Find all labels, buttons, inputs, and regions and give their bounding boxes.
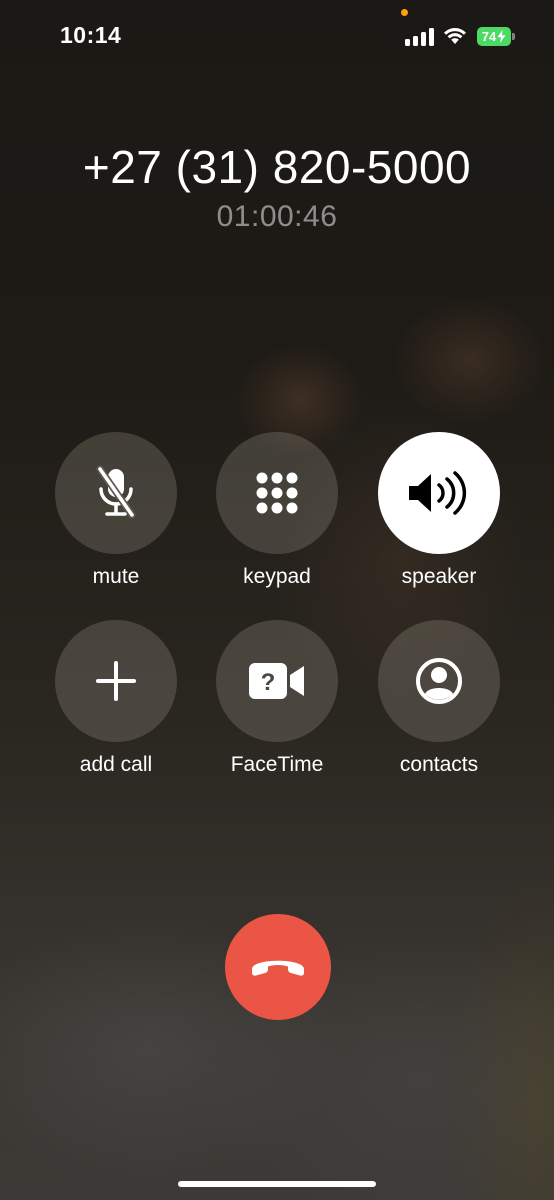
video-question-icon: ? (249, 663, 304, 699)
speaker-wave-icon (409, 471, 467, 515)
status-time: 10:14 (60, 22, 122, 48)
speaker-button[interactable] (378, 432, 500, 554)
contacts-button[interactable] (378, 620, 500, 742)
battery-nub (512, 33, 515, 40)
home-indicator[interactable] (178, 1181, 376, 1187)
mic-slash-icon (96, 465, 136, 519)
add-call-label: add call (79, 753, 153, 776)
battery-charging-icon: 74 (477, 27, 511, 46)
phone-hangup-icon (252, 960, 304, 976)
mute-button[interactable] (55, 432, 177, 554)
facetime-button[interactable]: ? (216, 620, 338, 742)
caller-number: +27 (31) 820-5000 (82, 141, 472, 193)
charging-bolt-icon (497, 30, 506, 43)
cellular-signal-icon (405, 28, 435, 46)
keypad-icon (256, 472, 298, 514)
svg-text:?: ? (261, 669, 276, 696)
person-circle-icon (416, 658, 462, 704)
wifi-icon (444, 28, 466, 44)
mute-label: mute (92, 565, 140, 588)
plus-icon (96, 661, 136, 701)
speaker-label: speaker (401, 565, 477, 588)
battery-level: 74 (481, 29, 497, 44)
keypad-label: keypad (243, 565, 311, 588)
add-call-button[interactable] (55, 620, 177, 742)
end-call-button[interactable] (225, 914, 331, 1020)
keypad-button[interactable] (216, 432, 338, 554)
call-duration: 01:00:46 (216, 200, 338, 233)
contacts-label: contacts (399, 753, 479, 776)
recording-indicator-dot (401, 9, 408, 16)
facetime-label: FaceTime (230, 753, 324, 776)
